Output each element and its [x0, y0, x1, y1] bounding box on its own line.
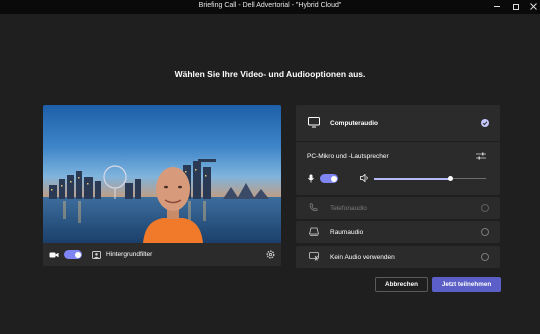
phone-icon — [309, 203, 318, 212]
join-now-button[interactable]: Jetzt teilnehmen — [432, 277, 501, 292]
video-preview-panel: Hintergrundfilter — [43, 105, 281, 266]
cancel-button[interactable]: Abbrechen — [375, 277, 428, 292]
camera-preview — [43, 105, 281, 243]
phone-audio-label: Telefonaudio — [330, 205, 367, 212]
phone-audio-option[interactable]: Telefonaudio — [296, 197, 500, 219]
room-audio-option[interactable]: Raumaudio — [296, 221, 500, 243]
computer-audio-option[interactable]: Computeraudio PC-Mikro und -Lautsprecher — [296, 105, 500, 195]
computer-audio-icon — [308, 117, 320, 128]
window-title: Briefing Call - Dell Advertorial - "Hybr… — [198, 2, 342, 9]
checkmark-icon — [482, 121, 488, 126]
close-button[interactable] — [526, 1, 540, 12]
camera-preview-image — [43, 105, 281, 243]
video-controls: Hintergrundfilter — [43, 243, 281, 266]
computer-audio-label: Computeraudio — [330, 120, 379, 127]
audio-divider — [296, 141, 500, 142]
room-audio-radio[interactable] — [481, 228, 489, 236]
no-audio-radio[interactable] — [481, 253, 489, 261]
volume-slider[interactable] — [374, 175, 486, 181]
no-audio-label: Kein Audio verwenden — [330, 254, 395, 261]
no-audio-option[interactable]: Kein Audio verwenden — [296, 246, 500, 268]
minimize-icon — [494, 6, 500, 7]
page-heading: Wählen Sie Ihre Video- und Audiooptionen… — [174, 69, 366, 79]
phone-audio-radio[interactable] — [481, 204, 489, 212]
close-icon — [529, 3, 537, 10]
title-bar: Briefing Call - Dell Advertorial - "Hybr… — [0, 0, 540, 14]
audio-settings-icon[interactable] — [476, 152, 486, 160]
volume-slider-thumb[interactable] — [447, 175, 453, 181]
computer-audio-radio[interactable] — [481, 119, 489, 127]
audio-device-label: PC-Mikro und -Lautsprecher — [307, 153, 389, 160]
volume-slider-fill — [374, 177, 451, 180]
no-audio-icon — [309, 252, 319, 261]
room-device-icon — [309, 227, 319, 236]
maximize-button[interactable] — [509, 1, 523, 12]
background-filter-icon[interactable] — [92, 250, 101, 259]
room-audio-label: Raumaudio — [330, 229, 364, 236]
speaker-volume-icon — [360, 174, 368, 182]
maximize-icon — [513, 3, 519, 10]
minimize-button[interactable] — [490, 1, 504, 12]
microphone-icon — [308, 174, 314, 183]
background-filter-label[interactable]: Hintergrundfilter — [106, 251, 152, 258]
camera-icon — [49, 252, 59, 257]
device-settings-gear-icon[interactable] — [266, 250, 275, 259]
camera-toggle[interactable] — [64, 250, 82, 259]
microphone-toggle[interactable] — [320, 174, 338, 183]
